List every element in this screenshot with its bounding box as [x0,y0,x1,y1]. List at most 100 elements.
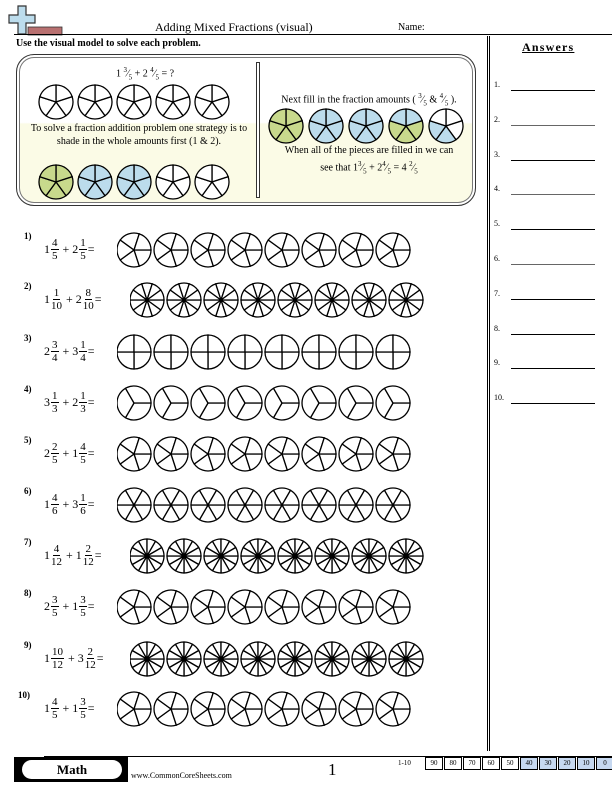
answer-field[interactable] [511,333,595,335]
fraction-circle[interactable] [264,487,300,523]
circle-slice[interactable] [207,351,226,370]
fraction-circle[interactable] [227,436,263,472]
fraction-circle[interactable] [153,691,189,727]
fraction-circle[interactable] [117,589,152,625]
answer-field[interactable] [511,264,595,265]
circle-slice[interactable] [392,351,411,370]
answer-field[interactable] [511,159,595,161]
fraction-circle[interactable] [203,641,239,677]
fraction-circle[interactable] [351,641,387,677]
circle-slice[interactable] [170,334,189,353]
fraction-circle[interactable] [117,385,152,421]
fraction-circle[interactable] [388,282,424,318]
fraction-circle[interactable] [264,436,300,472]
fraction-circle[interactable] [351,282,387,318]
fraction-circle[interactable] [190,589,226,625]
fraction-circle[interactable] [117,691,152,727]
fraction-circle[interactable] [301,487,337,523]
fraction-circle[interactable] [301,691,337,727]
fraction-circle[interactable] [314,538,350,574]
circle-slice[interactable] [375,334,394,353]
circle-slice[interactable] [392,334,411,353]
fraction-circle[interactable] [264,232,300,268]
circle-slice[interactable] [338,351,357,370]
fraction-circle[interactable] [375,589,411,625]
circle-slice[interactable] [117,334,135,353]
answer-field[interactable] [511,124,595,126]
fraction-circle[interactable] [227,334,263,370]
fraction-circle[interactable] [166,538,202,574]
answer-field[interactable] [511,90,595,91]
fraction-circle[interactable] [277,282,313,318]
fraction-circle[interactable] [375,385,411,421]
fraction-circle[interactable] [227,385,263,421]
fraction-circle[interactable] [117,232,152,268]
fraction-circle[interactable] [264,589,300,625]
fraction-circle[interactable] [301,589,337,625]
fraction-circle[interactable] [190,487,226,523]
fraction-circle[interactable] [153,385,189,421]
fraction-circle[interactable] [153,232,189,268]
circle-slice[interactable] [244,334,263,353]
fraction-circle[interactable] [277,641,313,677]
fraction-circle[interactable] [375,691,411,727]
fraction-circle[interactable] [153,334,189,370]
fraction-circle[interactable] [338,589,374,625]
circle-slice[interactable] [355,334,374,353]
circle-slice[interactable] [375,351,394,370]
fraction-circle[interactable] [338,385,374,421]
circle-slice[interactable] [264,351,283,370]
fraction-circle[interactable] [117,334,152,370]
fraction-circle[interactable] [338,334,374,370]
fraction-circle[interactable] [190,385,226,421]
fraction-circle[interactable] [388,538,424,574]
fraction-circle[interactable] [338,232,374,268]
fraction-circle[interactable] [301,334,337,370]
fraction-circle[interactable] [203,538,239,574]
fraction-circle[interactable] [166,641,202,677]
circle-slice[interactable] [244,351,263,370]
circle-slice[interactable] [227,334,246,353]
fraction-circle[interactable] [264,334,300,370]
fraction-circle[interactable] [314,282,350,318]
fraction-circle[interactable] [227,487,263,523]
answer-field[interactable] [511,229,595,231]
fraction-circle[interactable] [338,691,374,727]
fraction-circle[interactable] [227,232,263,268]
fraction-circle[interactable] [338,487,374,523]
fraction-circle[interactable] [130,282,165,318]
answer-field[interactable] [511,194,595,196]
fraction-circle[interactable] [153,487,189,523]
circle-slice[interactable] [301,334,320,353]
fraction-circle[interactable] [375,436,411,472]
circle-slice[interactable] [338,334,357,353]
circle-slice[interactable] [301,351,320,370]
circle-slice[interactable] [281,351,300,370]
fraction-circle[interactable] [314,641,350,677]
fraction-circle[interactable] [166,282,202,318]
fraction-circle[interactable] [227,589,263,625]
fraction-circle[interactable] [153,436,189,472]
fraction-circle[interactable] [227,691,263,727]
answer-field[interactable] [511,403,595,405]
circle-slice[interactable] [117,351,135,370]
circle-slice[interactable] [227,351,246,370]
fraction-circle[interactable] [240,538,276,574]
fraction-circle[interactable] [203,282,239,318]
fraction-circle[interactable] [240,641,276,677]
fraction-circle[interactable] [117,487,152,523]
answer-field[interactable] [511,298,595,300]
circle-slice[interactable] [355,351,374,370]
fraction-circle[interactable] [190,691,226,727]
circle-slice[interactable] [264,334,283,353]
fraction-circle[interactable] [130,538,165,574]
fraction-circle[interactable] [190,436,226,472]
answer-field[interactable] [511,368,595,370]
circle-slice[interactable] [133,334,152,353]
fraction-circle[interactable] [338,436,374,472]
fraction-circle[interactable] [117,436,152,472]
circle-slice[interactable] [153,334,172,353]
fraction-circle[interactable] [264,691,300,727]
fraction-circle[interactable] [130,641,165,677]
fraction-circle[interactable] [375,232,411,268]
